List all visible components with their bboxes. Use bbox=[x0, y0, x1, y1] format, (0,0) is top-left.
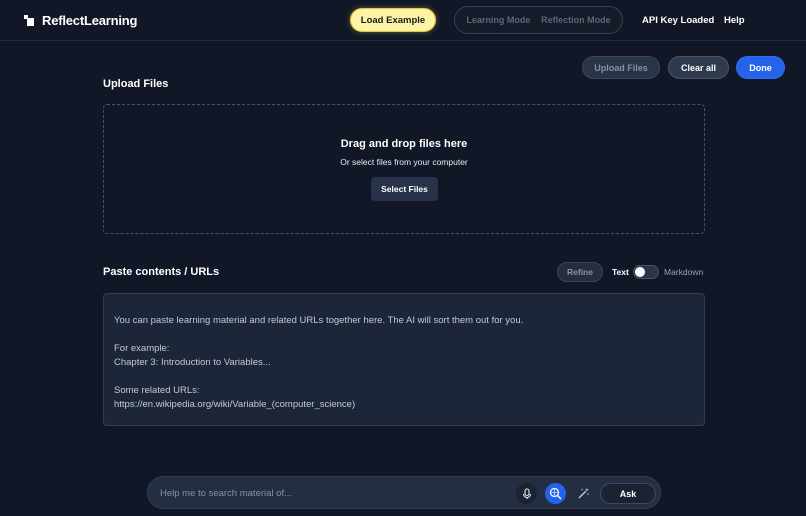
paste-line bbox=[114, 370, 694, 384]
toggle-text-label: Text bbox=[612, 267, 629, 277]
reflection-mode-tab[interactable]: Reflection Mode bbox=[541, 15, 611, 25]
magic-wand-icon[interactable] bbox=[573, 483, 594, 504]
api-key-status[interactable]: API Key Loaded bbox=[642, 15, 714, 26]
file-dropzone[interactable]: Drag and drop files here Or select files… bbox=[103, 104, 705, 234]
ask-button[interactable]: Ask bbox=[600, 483, 656, 504]
paste-line: Some related URLs: bbox=[114, 385, 200, 396]
paste-textarea[interactable]: You can paste learning material and rela… bbox=[103, 293, 705, 426]
app-name: ReflectLearning bbox=[42, 13, 138, 28]
done-button[interactable]: Done bbox=[736, 56, 785, 79]
ask-input[interactable]: Help me to search material of... bbox=[160, 488, 292, 499]
paste-line: https://en.wikipedia.org/wiki/Variable_(… bbox=[114, 399, 356, 410]
clear-all-button[interactable]: Clear all bbox=[668, 56, 729, 79]
select-files-button[interactable]: Select Files bbox=[371, 177, 438, 201]
microphone-icon[interactable] bbox=[516, 483, 537, 504]
app-logo[interactable]: ReflectLearning bbox=[24, 13, 137, 28]
upload-files-button[interactable]: Upload Files bbox=[582, 56, 660, 79]
paste-line bbox=[114, 328, 694, 342]
ask-bar: Help me to search material of... Ask bbox=[147, 476, 661, 509]
dropzone-title: Drag and drop files here bbox=[340, 138, 468, 150]
load-example-button[interactable]: Load Example bbox=[350, 8, 436, 32]
toggle-knob bbox=[635, 267, 645, 277]
top-bar: ReflectLearning Load Example Learning Mo… bbox=[0, 0, 806, 41]
paste-section-title: Paste contents / URLs bbox=[103, 266, 220, 278]
dropzone-subtitle: Or select files from your computer bbox=[340, 157, 468, 167]
learning-mode-tab[interactable]: Learning Mode bbox=[466, 15, 530, 25]
paste-line: For example: bbox=[114, 343, 170, 354]
paste-line: You can paste learning material and rela… bbox=[114, 315, 524, 326]
format-toggle[interactable] bbox=[633, 265, 659, 279]
refine-button[interactable]: Refine bbox=[557, 262, 603, 282]
upload-section-title: Upload Files bbox=[103, 78, 169, 90]
help-link[interactable]: Help bbox=[724, 15, 745, 26]
web-search-icon[interactable] bbox=[545, 483, 566, 504]
mode-switcher: Learning Mode Reflection Mode bbox=[454, 6, 623, 34]
toggle-markdown-label: Markdown bbox=[664, 267, 704, 277]
logo-icon bbox=[24, 15, 34, 26]
paste-line: Chapter 3: Introduction to Variables... bbox=[114, 357, 271, 368]
